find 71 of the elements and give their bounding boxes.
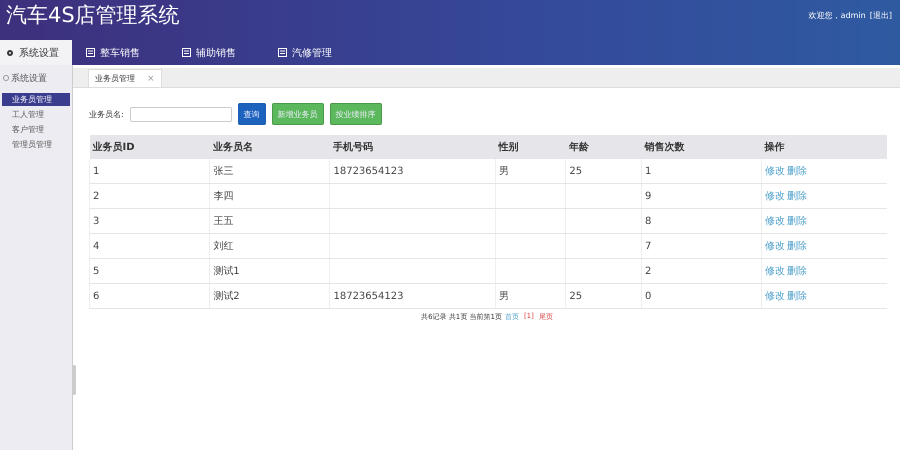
table-cell: 25 (566, 284, 642, 308)
table-cell: 25 (566, 159, 642, 184)
document-icon (278, 48, 287, 57)
column-header: 业务员名 (210, 135, 330, 159)
edit-link[interactable]: 修改 (765, 216, 786, 227)
table-cell: 0 (642, 284, 762, 308)
table-cell: 测试2 (210, 284, 330, 308)
column-header: 操作 (762, 135, 887, 159)
sidebar-item[interactable]: 工人管理 (2, 108, 70, 121)
table-cell: 1 (90, 159, 210, 184)
nav-tab[interactable]: 整车销售 (80, 40, 152, 65)
edit-link[interactable]: 修改 (765, 241, 786, 252)
table-cell: 王五 (210, 208, 330, 234)
nav-tab[interactable]: 汽修管理 (272, 40, 344, 65)
table-cell: 男 (495, 284, 566, 308)
delete-link[interactable]: 删除 (787, 216, 808, 227)
tab-label: 汽修管理 (292, 46, 332, 60)
sidebar-item[interactable]: 业务员管理 (2, 93, 70, 106)
edit-link[interactable]: 修改 (765, 191, 786, 202)
table-cell: 7 (642, 234, 762, 258)
delete-link[interactable]: 删除 (787, 166, 808, 177)
table-cell: 1 (642, 159, 762, 184)
edit-link[interactable]: 修改 (765, 291, 786, 302)
table-cell: 8 (642, 208, 762, 234)
delete-link[interactable]: 删除 (787, 191, 808, 202)
column-header: 业务员ID (90, 135, 210, 159)
sidebar-item[interactable]: 管理员管理 (2, 138, 70, 151)
table-cell: 测试1 (210, 258, 330, 284)
table-cell: 3 (90, 208, 210, 234)
table-cell: 4 (90, 234, 210, 258)
field-label: 业务员名: (89, 108, 124, 120)
table-cell: 5 (90, 258, 210, 284)
close-icon[interactable]: × (147, 74, 155, 84)
delete-link[interactable]: 删除 (787, 266, 808, 277)
greeting-text: 欢迎您，admin (808, 10, 866, 21)
edit-link[interactable]: 修改 (765, 166, 786, 177)
delete-link[interactable]: 删除 (787, 291, 808, 302)
name-input[interactable] (130, 106, 232, 122)
collapse-handle[interactable] (72, 365, 76, 395)
app-title: 汽车4S店管理系统 (6, 2, 180, 29)
tab-label: 辅助销售 (196, 46, 236, 60)
tab-label: 整车销售 (100, 46, 140, 60)
tab-label: 业务员管理 (95, 73, 135, 84)
table-cell: 6 (90, 284, 210, 308)
document-icon (182, 48, 191, 57)
nav-tab[interactable]: 系统设置 (0, 40, 72, 65)
table-cell: 男 (495, 159, 566, 184)
table-cell: 2 (90, 184, 210, 208)
table-cell: 18723654123 (330, 284, 496, 308)
action-button[interactable]: 按业绩排序 (330, 103, 382, 125)
page-tab[interactable]: 业务员管理 × (88, 69, 162, 87)
edit-link[interactable]: 修改 (765, 266, 786, 277)
sidebar-item[interactable]: 客户管理 (2, 123, 70, 136)
document-icon (86, 48, 95, 57)
action-button[interactable]: 新增业务员 (272, 103, 324, 125)
logout-link[interactable]: [退出] (870, 10, 892, 21)
table-cell: 李四 (210, 184, 330, 208)
column-header: 销售次数 (642, 135, 762, 159)
action-button[interactable]: 查询 (238, 103, 266, 125)
table-cell: 9 (642, 184, 762, 208)
sidebar-title: 系统设置 (11, 72, 47, 84)
column-header: 手机号码 (330, 135, 496, 159)
table-cell: 张三 (210, 159, 330, 184)
nav-tab[interactable]: 辅助销售 (176, 40, 248, 65)
table-cell: 2 (642, 258, 762, 284)
column-header: 性别 (495, 135, 566, 159)
delete-link[interactable]: 删除 (787, 241, 808, 252)
table-cell: 刘红 (210, 234, 330, 258)
table-cell: 18723654123 (330, 159, 496, 184)
tab-label: 系统设置 (19, 46, 59, 60)
column-header: 年龄 (566, 135, 642, 159)
